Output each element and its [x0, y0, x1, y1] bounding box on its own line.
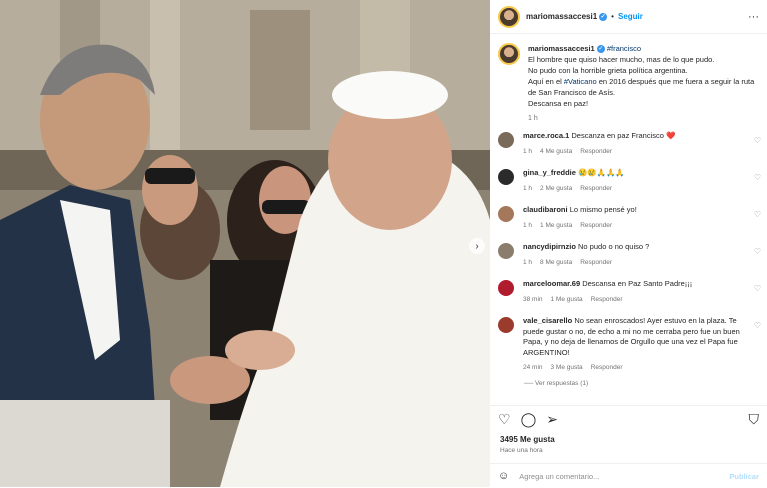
like-heart-icon[interactable]: ♡ [498, 411, 511, 428]
caption-time: 1 h [528, 115, 538, 122]
follow-button[interactable]: Seguir [618, 12, 643, 21]
caption-line-2: No pudo con la horrible grieta política … [528, 66, 688, 75]
separator-dot: • [611, 12, 614, 21]
comment-avatar[interactable] [498, 169, 514, 185]
save-bookmark-icon[interactable]: ⛉ [749, 411, 760, 428]
comment-time: 1 h [523, 147, 533, 155]
post-username[interactable]: mariomassaccesi1 ✓ [526, 12, 608, 21]
comment-item: claudibaroni Lo mismo pensé yo! 1 h 1 Me … [490, 205, 767, 231]
like-comment-heart-icon[interactable]: ♡ [754, 247, 761, 256]
comment-username[interactable]: nancydipirnzio [523, 242, 576, 251]
comment-avatar[interactable] [498, 280, 514, 296]
comment-likes[interactable]: 2 Me gusta [540, 185, 572, 192]
comment-item: gina_y_freddie 😢😢🙏🙏🙏 1 h 2 Me gusta Respon… [490, 168, 767, 194]
post-caption: mariomassaccesi1 ✓ #francisco El hombre q… [490, 35, 767, 124]
comment-text: No pudo o no quiso ? [578, 242, 650, 251]
like-comment-heart-icon[interactable]: ♡ [754, 173, 761, 182]
comment-username[interactable]: vale_cisarello [523, 316, 572, 325]
share-send-icon[interactable]: ➢ [546, 411, 558, 428]
verified-badge-icon: ✓ [596, 45, 605, 54]
comment-likes[interactable]: 1 Me gusta [551, 296, 583, 303]
comment-item: marce.roca.1 Descanza en paz Francisco ❤… [490, 131, 767, 157]
more-options-icon[interactable]: ··· [748, 11, 759, 23]
caption-line-3: Aquí en el #Vaticano en 2016 después que… [528, 77, 755, 97]
comment-likes[interactable]: 1 Me gusta [540, 222, 572, 229]
comment-likes[interactable]: 4 Me gusta [540, 148, 572, 155]
comment-time: 1 h [523, 258, 533, 266]
comment-text: 😢😢🙏🙏🙏 [578, 168, 625, 177]
publish-button[interactable]: Publicar [729, 472, 759, 481]
comment-item: marceloomar.69 Descansa en Paz Santo Pad… [490, 279, 767, 305]
post-header: mariomassaccesi1 ✓ • Seguir ··· [490, 0, 767, 34]
comment-item: vale_cisarello No sean enroscados! Ayer … [490, 316, 767, 374]
comment-avatar[interactable] [498, 132, 514, 148]
caption-line-1: El hombre que quiso hacer mucho, mas de … [528, 55, 715, 64]
post-actions-bar: ♡ ◯ ➢ ⛉ [490, 405, 767, 432]
reply-button[interactable]: Responder [580, 148, 612, 155]
comment-text: Lo mismo pensé yo! [569, 205, 637, 214]
reply-button[interactable]: Responder [591, 296, 623, 303]
caption-username[interactable]: mariomassaccesi1 [528, 44, 595, 53]
reply-button[interactable]: Responder [580, 259, 612, 266]
add-comment-bar: ☺ Agrega un comentario... Publicar [490, 463, 767, 488]
avatar[interactable] [498, 5, 520, 28]
comment-username[interactable]: gina_y_freddie [523, 168, 576, 177]
comments-scroll-area[interactable]: mariomassaccesi1 ✓ #francisco El hombre q… [490, 35, 767, 405]
comment-avatar[interactable] [498, 317, 514, 333]
likes-count[interactable]: 3495 Me gusta [500, 435, 555, 444]
photo-illustration [0, 0, 490, 487]
comment-username[interactable]: marceloomar.69 [523, 279, 580, 288]
like-comment-heart-icon[interactable]: ♡ [754, 321, 761, 330]
like-comment-heart-icon[interactable]: ♡ [754, 210, 761, 219]
emoji-icon[interactable]: ☺ [498, 470, 509, 482]
comment-avatar[interactable] [498, 206, 514, 222]
like-comment-heart-icon[interactable]: ♡ [754, 284, 761, 293]
like-comment-heart-icon[interactable]: ♡ [754, 136, 761, 145]
comment-time: 1 h [523, 221, 533, 229]
comment-username[interactable]: claudibaroni [523, 205, 568, 214]
comment-username[interactable]: marce.roca.1 [523, 131, 569, 140]
comment-avatar[interactable] [498, 243, 514, 259]
posted-time: Hace una hora [500, 447, 543, 454]
caption-hashtag-vaticano[interactable]: #Vaticano [564, 77, 597, 86]
caption-avatar[interactable] [498, 43, 520, 65]
chevron-right-icon: › [475, 240, 479, 252]
post-photo[interactable]: › [0, 0, 490, 487]
comment-text: Descanza en paz Francisco ❤️ [571, 131, 676, 140]
add-comment-input[interactable]: Agrega un comentario... [519, 472, 599, 481]
verified-badge-icon: ✓ [599, 12, 608, 21]
caption-hashtag[interactable]: #francisco [607, 44, 641, 53]
comment-likes[interactable]: 8 Me gusta [540, 259, 572, 266]
comment-time: 24 min [523, 364, 543, 371]
comment-time: 1 h [523, 184, 533, 192]
caption-line-4: Descansa en paz! [528, 99, 589, 108]
post-side-panel: mariomassaccesi1 ✓ • Seguir ··· mariomass… [490, 0, 767, 487]
reply-button[interactable]: Responder [580, 185, 612, 192]
view-replies-link[interactable]: ── Ver respuestas (1) [524, 380, 588, 387]
comment-item: nancydipirnzio No pudo o no quiso ? 1 h 8… [490, 242, 767, 268]
post-username-text[interactable]: mariomassaccesi1 [526, 12, 597, 21]
comment-bubble-icon[interactable]: ◯ [521, 411, 537, 428]
comment-time: 38 min [523, 295, 543, 303]
reply-button[interactable]: Responder [591, 364, 623, 371]
reply-button[interactable]: Responder [580, 222, 612, 229]
next-photo-button[interactable]: › [469, 238, 485, 254]
comment-text: Descansa en Paz Santo Padre¡¡¡ [582, 279, 693, 288]
comment-likes[interactable]: 3 Me gusta [551, 364, 583, 371]
